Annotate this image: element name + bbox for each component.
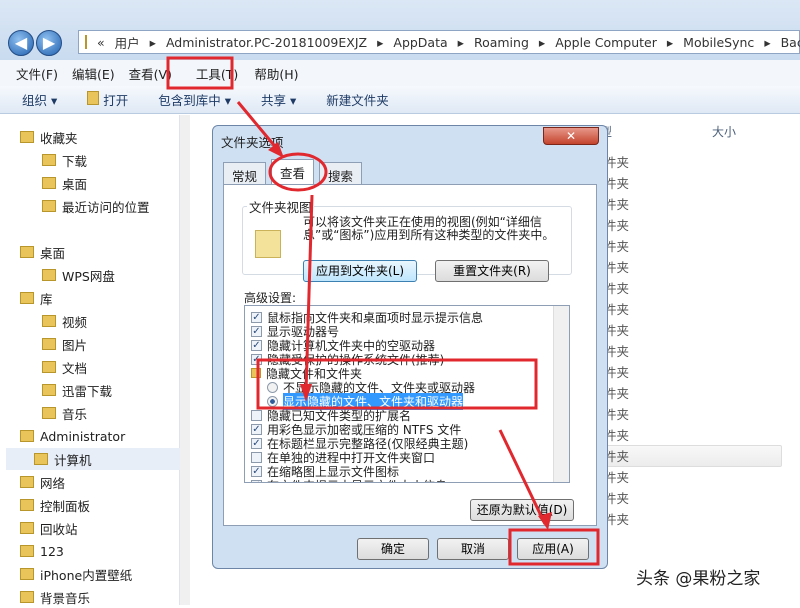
arrowhead-icon [300, 384, 312, 402]
arrowhead-icon [268, 142, 284, 158]
annotation-arrow [498, 429, 547, 525]
watermark: 头条 @果粉之家 [636, 569, 761, 589]
annotation-box-tools [166, 56, 234, 90]
annotation-arrow [236, 101, 280, 151]
annotation-arrow [304, 194, 314, 393]
annotation-box-hidden-files [256, 358, 538, 410]
annotation-circle-view-tab [268, 152, 328, 192]
annotation-overlay [166, 56, 600, 566]
annotation-box-apply [508, 528, 600, 566]
